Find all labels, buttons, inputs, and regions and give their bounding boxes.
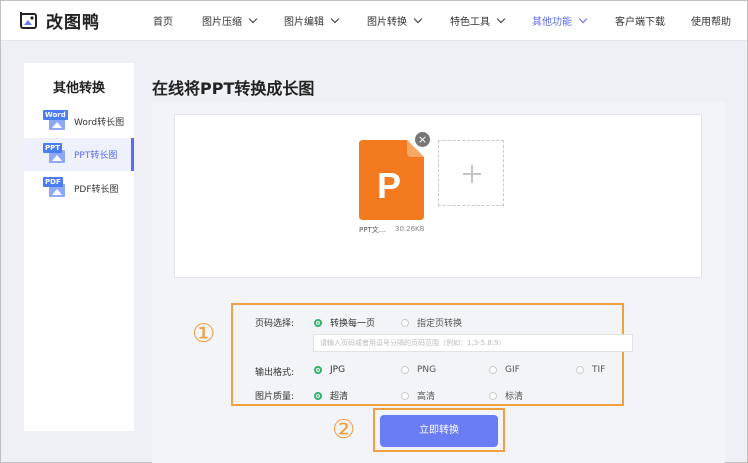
chevron-down-icon [248, 14, 258, 23]
chevron-down-icon [496, 14, 506, 23]
nav-label: 图片压缩 [202, 17, 242, 28]
remove-file-button[interactable]: × [415, 132, 430, 147]
file-size: 30.26KB [395, 225, 425, 233]
nav-label: 首页 [153, 17, 173, 28]
add-file-button[interactable] [438, 140, 504, 206]
convert-now-button[interactable]: 立即转换 [380, 415, 498, 447]
file-name: PPT文... [359, 226, 386, 234]
logo-text: 改图鸭 [46, 12, 100, 33]
radio-dot [401, 366, 409, 374]
radio-dot [314, 318, 322, 327]
top-header: 改图鸭 首页 图片压缩 图片编辑 图片转换 特色工具 其他功能 客户端下载 使用… [1, 1, 747, 41]
radio-label: 标清 [505, 392, 524, 402]
radio-label: 高清 [417, 392, 436, 402]
radio-quality-ultra[interactable]: 超清 [314, 389, 348, 402]
output-format-label: 输出格式: [255, 368, 295, 378]
radio-dot [489, 391, 497, 400]
ppt-letter: P [377, 165, 401, 206]
sidebar-item-label: PPT转长图 [74, 151, 118, 161]
page-selection-label: 页码选择: [255, 319, 295, 329]
sidebar-item-ppt[interactable]: PPT PPT转长图 [24, 138, 134, 171]
sidebar: 其他转换 Word Word转长图 PPT PPT转长图 PDF PDF转长图 [24, 63, 134, 431]
annotation-one: ① [192, 319, 216, 349]
radio-convert-all-pages[interactable]: 转换每一页 [314, 316, 375, 329]
nav-image-convert[interactable]: 图片转换 [367, 13, 423, 28]
radio-dot [314, 391, 322, 400]
sidebar-item-label: PDF转长图 [74, 185, 119, 195]
radio-dot [314, 366, 322, 374]
radio-quality-standard[interactable]: 标清 [489, 389, 523, 402]
nav-image-compress[interactable]: 图片压缩 [202, 13, 258, 28]
nav-label: 特色工具 [450, 17, 490, 28]
sidebar-title: 其他转换 [52, 81, 105, 96]
ppt-document-icon: P [359, 140, 424, 220]
sidebar-item-word[interactable]: Word Word转长图 [24, 105, 134, 138]
sidebar-item-label: Word转长图 [74, 118, 125, 128]
nav-label: 客户端下载 [615, 17, 665, 28]
file-badge: PDF [43, 177, 63, 187]
site-logo[interactable]: 改图鸭 [18, 9, 100, 33]
radio-label: GIF [505, 365, 520, 375]
nav-help[interactable]: 使用帮助 [691, 13, 731, 28]
radio-format-png[interactable]: PNG [401, 365, 436, 375]
radio-label: PNG [417, 365, 437, 375]
radio-dot [401, 318, 409, 327]
nav-label: 图片转换 [367, 17, 407, 28]
nav-client-download[interactable]: 客户端下载 [615, 13, 665, 28]
page-title: 在线将PPT转换成长图 [152, 79, 315, 98]
radio-label: 指定页转换 [417, 319, 463, 329]
nav-home[interactable]: 首页 [153, 13, 173, 28]
radio-quality-high[interactable]: 高清 [401, 389, 435, 402]
radio-label: 转换每一页 [330, 319, 376, 329]
radio-label: TIF [592, 365, 606, 375]
ppt-file-icon: PPT [43, 143, 65, 165]
sidebar-item-pdf[interactable]: PDF PDF转长图 [24, 172, 134, 205]
file-badge: Word [43, 110, 68, 120]
chevron-down-icon [578, 14, 588, 23]
nav-other-functions[interactable]: 其他功能 [532, 13, 588, 28]
pdf-file-icon: PDF [43, 177, 65, 199]
page-range-input[interactable]: 请输入页码或者用逗号分隔的页码范围（例如：1,3-5,8,9） [313, 334, 633, 352]
image-quality-label: 图片质量: [255, 392, 295, 402]
nav-label: 图片编辑 [284, 17, 324, 28]
logo-icon [20, 12, 37, 29]
chevron-down-icon [330, 14, 340, 23]
word-file-icon: Word [43, 110, 68, 132]
radio-dot [489, 366, 497, 374]
nav-image-edit[interactable]: 图片编辑 [284, 13, 340, 28]
radio-dot [401, 391, 409, 400]
nav-label: 其他功能 [532, 17, 572, 28]
annotation-two: ② [332, 415, 356, 445]
uploaded-file-card[interactable]: P [359, 140, 424, 220]
radio-specific-pages[interactable]: 指定页转换 [401, 316, 462, 329]
nav-special-tools[interactable]: 特色工具 [450, 13, 506, 28]
radio-label: 超清 [330, 392, 349, 402]
radio-format-jpg[interactable]: JPG [314, 365, 345, 375]
chevron-down-icon [413, 14, 423, 23]
nav-label: 使用帮助 [691, 17, 731, 28]
file-badge: PPT [43, 143, 63, 153]
radio-format-tif[interactable]: TIF [576, 365, 605, 375]
radio-format-gif[interactable]: GIF [489, 365, 520, 375]
radio-dot [576, 366, 584, 374]
radio-label: JPG [330, 365, 346, 375]
